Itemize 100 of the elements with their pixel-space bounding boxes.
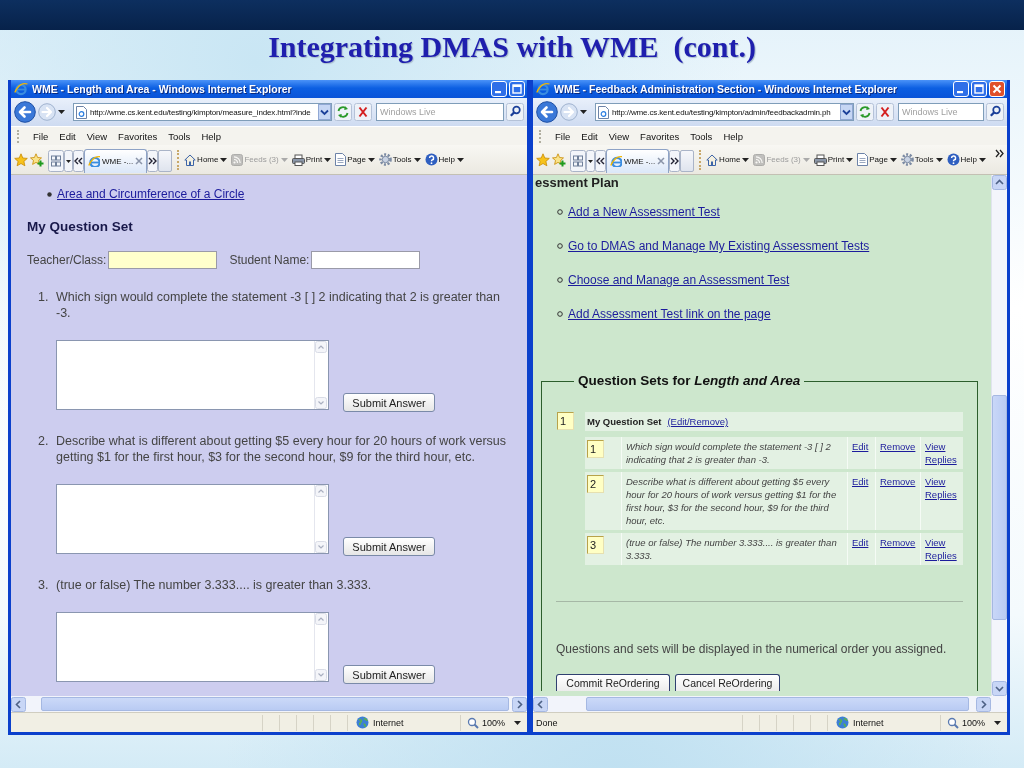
close-icon[interactable] — [657, 157, 666, 165]
text-field[interactable] — [108, 251, 218, 269]
edit-remove-link[interactable]: (Edit/Remove) — [667, 416, 729, 427]
home-button[interactable]: Home — [184, 153, 219, 166]
caret-icon[interactable] — [324, 157, 332, 162]
minimize-icon[interactable] — [953, 81, 969, 97]
scroll-right-icon[interactable] — [976, 696, 991, 712]
maximize-icon[interactable] — [509, 81, 525, 97]
page-link[interactable]: Add Assessment Test link on the page — [568, 307, 771, 321]
caret-icon[interactable] — [514, 720, 522, 725]
edit-link[interactable]: Edit — [852, 475, 873, 488]
grid-icon[interactable] — [48, 149, 64, 172]
page-menu-button[interactable]: Page — [335, 153, 366, 166]
caret-icon[interactable] — [935, 157, 943, 162]
scroll-up-icon[interactable] — [992, 175, 1007, 190]
cancel-button[interactable]: Cancel ReOrdering — [675, 674, 780, 691]
commit-button[interactable]: Commit ReOrdering — [556, 674, 670, 691]
search-icon[interactable] — [506, 103, 524, 121]
zoom-icon[interactable] — [467, 716, 479, 729]
scroll-right-icon[interactable] — [512, 696, 527, 712]
edit-link[interactable]: Edit — [852, 536, 873, 549]
caret-icon[interactable] — [742, 157, 750, 162]
home-button[interactable]: Home — [706, 153, 741, 166]
back-icon[interactable] — [14, 101, 36, 123]
double-chevron-left-icon[interactable] — [595, 149, 606, 172]
view-replies-link[interactable]: View Replies — [925, 440, 961, 466]
caret-icon[interactable] — [978, 157, 986, 162]
scroll-down-icon[interactable] — [992, 681, 1007, 696]
vertical-scrollbar[interactable] — [991, 175, 1007, 696]
close-icon[interactable] — [135, 157, 144, 165]
help-menu-button[interactable]: Help — [424, 153, 455, 166]
caret-icon[interactable] — [580, 110, 587, 114]
view-replies-link[interactable]: View Replies — [925, 536, 961, 562]
caret-icon[interactable] — [994, 720, 1002, 725]
menu-item[interactable]: Tools — [690, 130, 713, 142]
caret-icon[interactable] — [846, 157, 854, 162]
order-field[interactable]: 2 — [587, 475, 604, 493]
minimize-icon[interactable] — [491, 81, 507, 97]
star-icon[interactable] — [536, 152, 550, 167]
double-chevron-left-icon[interactable] — [73, 149, 84, 172]
menu-item[interactable]: File — [33, 130, 49, 142]
search-field[interactable]: Windows Live — [898, 103, 984, 121]
view-replies-link[interactable]: View Replies — [925, 475, 961, 501]
tools-menu-button[interactable]: Tools — [378, 153, 412, 166]
page-menu-button[interactable]: Page — [857, 153, 888, 166]
zoom-level[interactable]: 100% — [962, 717, 986, 728]
search-icon[interactable] — [986, 103, 1004, 121]
menu-item[interactable]: Help — [723, 130, 743, 142]
search-field[interactable]: Windows Live — [376, 103, 504, 121]
add-favorite-icon[interactable] — [30, 152, 44, 167]
scrollbar-thumb[interactable] — [41, 697, 509, 711]
back-icon[interactable] — [536, 101, 558, 123]
refresh-icon[interactable] — [856, 103, 874, 121]
menu-item[interactable]: View — [608, 130, 630, 142]
caret-icon[interactable] — [413, 157, 421, 162]
caret-icon[interactable] — [367, 157, 375, 162]
scroll-left-icon[interactable] — [11, 696, 26, 712]
submit-button[interactable]: Submit Answer — [343, 665, 435, 684]
maximize-icon[interactable] — [971, 81, 987, 97]
refresh-icon[interactable] — [334, 103, 352, 121]
scrollbar-thumb[interactable] — [586, 697, 969, 711]
page-link[interactable]: Add a New Assessment Test — [568, 205, 720, 219]
add-favorite-icon[interactable] — [552, 152, 566, 167]
stop-icon[interactable] — [876, 103, 894, 121]
order-field[interactable]: 1 — [557, 412, 574, 430]
print-button[interactable]: Print — [291, 153, 323, 166]
caret-icon[interactable] — [456, 157, 464, 162]
order-field[interactable]: 3 — [587, 536, 604, 554]
menu-item[interactable]: Tools — [168, 130, 191, 142]
zoom-level[interactable]: 100% — [482, 717, 506, 728]
address-field[interactable]: http://wme.cs.kent.edu/testing/kimpton/measure_index.html?inde — [73, 103, 332, 121]
address-field[interactable]: http://wme.cs.kent.edu/testing/kimpton/admin/feedbackadmin.ph — [595, 103, 854, 121]
menu-item[interactable]: Favorites — [640, 130, 680, 142]
menu-item[interactable]: View — [86, 130, 108, 142]
menu-item[interactable]: Edit — [581, 130, 598, 142]
menu-item[interactable]: Help — [201, 130, 221, 142]
caret-icon[interactable] — [586, 149, 595, 172]
menu-item[interactable]: Edit — [59, 130, 76, 142]
scroll-left-icon[interactable] — [533, 696, 548, 712]
caret-icon[interactable] — [220, 157, 228, 162]
page-link[interactable]: Choose and Manage an Assessment Test — [568, 273, 790, 287]
browser-tab[interactable]: WME -... — [606, 148, 670, 173]
browser-tab[interactable]: WME -... — [84, 148, 148, 173]
horizontal-scrollbar[interactable] — [11, 696, 527, 712]
scrollbar-thumb[interactable] — [992, 395, 1007, 620]
page-link[interactable]: Area and Circumference of a Circle — [57, 187, 245, 201]
horizontal-scrollbar[interactable] — [533, 696, 1007, 712]
stop-icon[interactable] — [354, 103, 372, 121]
double-chevron-right-icon[interactable] — [669, 149, 681, 172]
zoom-icon[interactable] — [947, 716, 959, 729]
edit-link[interactable]: Edit — [852, 440, 873, 453]
remove-link[interactable]: Remove — [880, 440, 918, 453]
caret-icon[interactable] — [64, 149, 73, 172]
remove-link[interactable]: Remove — [880, 475, 918, 488]
print-button[interactable]: Print — [813, 153, 845, 166]
remove-link[interactable]: Remove — [880, 536, 918, 549]
order-field[interactable]: 1 — [587, 440, 604, 458]
double-chevron-right-icon[interactable] — [147, 149, 159, 172]
grid-icon[interactable] — [570, 149, 586, 172]
star-icon[interactable] — [14, 152, 28, 167]
